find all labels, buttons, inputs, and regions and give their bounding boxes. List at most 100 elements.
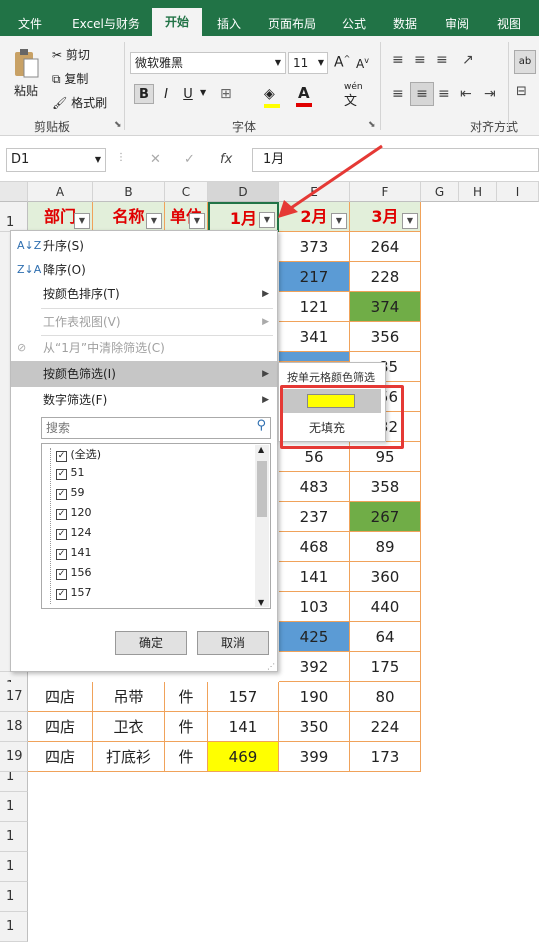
cell-f[interactable]: 264	[350, 232, 421, 262]
column-header-d[interactable]: D	[208, 182, 279, 202]
scrollbar-thumb[interactable]	[257, 461, 267, 517]
cell-b[interactable]: 打底衫	[93, 742, 165, 772]
cell-a[interactable]: 四店	[28, 682, 93, 712]
cell-d[interactable]: 141	[208, 712, 279, 742]
row-header[interactable]: 1	[0, 852, 28, 882]
column-header-a[interactable]: A	[28, 182, 93, 202]
cell-e[interactable]: 468	[279, 532, 350, 562]
column-header-b[interactable]: B	[93, 182, 165, 202]
column-header-c[interactable]: C	[165, 182, 208, 202]
checkbox-item[interactable]: ✓ 156	[56, 566, 92, 580]
tab-home[interactable]: 开始	[152, 8, 202, 36]
header-cell-dept[interactable]: 部门 ▼	[28, 202, 93, 232]
fill-color-icon[interactable]: ◈	[264, 86, 280, 108]
checkbox-item[interactable]: ✓ 157	[56, 586, 92, 600]
orientation-icon[interactable]: ↗	[462, 52, 474, 68]
cell-d[interactable]: 157	[208, 682, 279, 712]
cell-a[interactable]: 四店	[28, 742, 93, 772]
filter-values-list[interactable]: ✓ (全选) ✓ 51 ✓ 59 ✓ 120 ✓ 124 ✓ 141 ✓ 156…	[41, 443, 271, 609]
checkbox-item[interactable]: ✓ 120	[56, 506, 92, 520]
align-right-icon[interactable]: ≡	[438, 86, 450, 102]
filter-dropdown-icon[interactable]: ▼	[189, 213, 205, 229]
cell-f[interactable]: 267	[350, 502, 421, 532]
cell-f[interactable]: 374	[350, 292, 421, 322]
cell-f[interactable]: 358	[350, 472, 421, 502]
cell-f[interactable]: 89	[350, 532, 421, 562]
row-header[interactable]: 1	[0, 202, 28, 232]
cell-e[interactable]: 399	[279, 742, 350, 772]
copy-button[interactable]: ⧉ 复制	[52, 70, 88, 87]
cell-e[interactable]: 373	[279, 232, 350, 262]
tab-file[interactable]: 文件	[0, 0, 60, 36]
name-box[interactable]: D1 ▼	[6, 148, 106, 172]
filter-dropdown-icon[interactable]: ▼	[146, 213, 162, 229]
header-cell-jan[interactable]: 1月 ▼	[208, 202, 279, 232]
checkbox-item[interactable]: ✓ (全选)	[56, 446, 101, 462]
grow-font-button[interactable]: A^	[334, 54, 350, 71]
cell-a[interactable]: 四店	[28, 712, 93, 742]
phonetic-button[interactable]: wén 文	[344, 82, 363, 109]
italic-button[interactable]: I	[156, 84, 176, 104]
cell-d[interactable]: 469	[208, 742, 279, 772]
font-name-select[interactable]: 微软雅黑 ▼	[130, 52, 286, 74]
row-header[interactable]: 18	[0, 712, 28, 742]
row-header[interactable]: 1	[0, 882, 28, 912]
tab-review[interactable]: 审阅	[432, 0, 482, 36]
row-header[interactable]: 19	[0, 742, 28, 772]
cell-f[interactable]: 64	[350, 622, 421, 652]
cell-e[interactable]: 425	[279, 622, 350, 652]
number-filters-item[interactable]: 数字筛选(F) ▶	[11, 387, 277, 413]
tab-page-layout[interactable]: 页面布局	[256, 0, 328, 36]
align-left-icon[interactable]: ≡	[392, 86, 404, 102]
cell-e[interactable]: 350	[279, 712, 350, 742]
enter-icon[interactable]: ✓	[184, 150, 195, 170]
cell-e[interactable]: 103	[279, 592, 350, 622]
align-middle-icon[interactable]: ≡	[414, 52, 426, 68]
checkbox-item[interactable]: ✓ 51	[56, 466, 85, 480]
cell-e[interactable]: 217	[279, 262, 350, 292]
ok-button[interactable]: 确定	[115, 631, 187, 655]
chevron-down-icon[interactable]: ▼	[258, 598, 264, 607]
row-header[interactable]: 1	[0, 792, 28, 822]
sort-descending-item[interactable]: Z↓A 降序(O)	[11, 257, 277, 283]
paste-button[interactable]: 粘贴	[14, 82, 38, 99]
align-center-icon[interactable]: ≡	[410, 82, 434, 106]
chevron-down-icon[interactable]: ▼	[200, 88, 206, 97]
border-icon[interactable]: ⊞	[220, 86, 232, 102]
cut-button[interactable]: ✂ 剪切	[52, 46, 90, 63]
sort-ascending-item[interactable]: A↓Z 升序(S)	[11, 233, 277, 259]
cell-c[interactable]: 件	[165, 742, 208, 772]
merge-cells-icon[interactable]: ⊟	[516, 84, 527, 99]
cell-b[interactable]: 吊带	[93, 682, 165, 712]
underline-button[interactable]: U	[178, 84, 198, 104]
cell-f[interactable]: 440	[350, 592, 421, 622]
list-scrollbar[interactable]: ▲ ▼	[255, 445, 269, 607]
filter-dropdown-icon[interactable]: ▼	[402, 213, 418, 229]
cell-b[interactable]: 卫衣	[93, 712, 165, 742]
cell-f[interactable]: 360	[350, 562, 421, 592]
font-size-select[interactable]: 11 ▼	[288, 52, 328, 74]
resize-grip-icon[interactable]: ⋰	[267, 662, 275, 671]
cell-f[interactable]: 356	[350, 322, 421, 352]
row-header[interactable]: 1	[0, 822, 28, 852]
cell-e[interactable]: 237	[279, 502, 350, 532]
cell-f[interactable]: 80	[350, 682, 421, 712]
cell-e[interactable]: 483	[279, 472, 350, 502]
tab-insert[interactable]: 插入	[204, 0, 254, 36]
chevron-up-icon[interactable]: ▲	[258, 445, 264, 454]
header-cell-unit[interactable]: 单位 ▼	[165, 202, 208, 232]
cell-f[interactable]: 173	[350, 742, 421, 772]
cancel-icon[interactable]: ✕	[150, 150, 161, 170]
tab-formulas[interactable]: 公式	[330, 0, 378, 36]
checkbox-item[interactable]: ✓ 124	[56, 526, 92, 540]
select-all-corner[interactable]	[0, 182, 28, 202]
column-header-g[interactable]: G	[421, 182, 459, 202]
cell-f[interactable]: 175	[350, 652, 421, 682]
cell-e[interactable]	[279, 352, 350, 362]
header-cell-name[interactable]: 名称 ▼	[93, 202, 165, 232]
checkbox-item[interactable]: ✓ 59	[56, 486, 85, 500]
column-header-i[interactable]: I	[497, 182, 539, 202]
tab-data[interactable]: 数据	[380, 0, 430, 36]
sort-by-color-item[interactable]: 按颜色排序(T) ▶	[11, 281, 277, 307]
align-top-icon[interactable]: ≡	[392, 52, 404, 68]
